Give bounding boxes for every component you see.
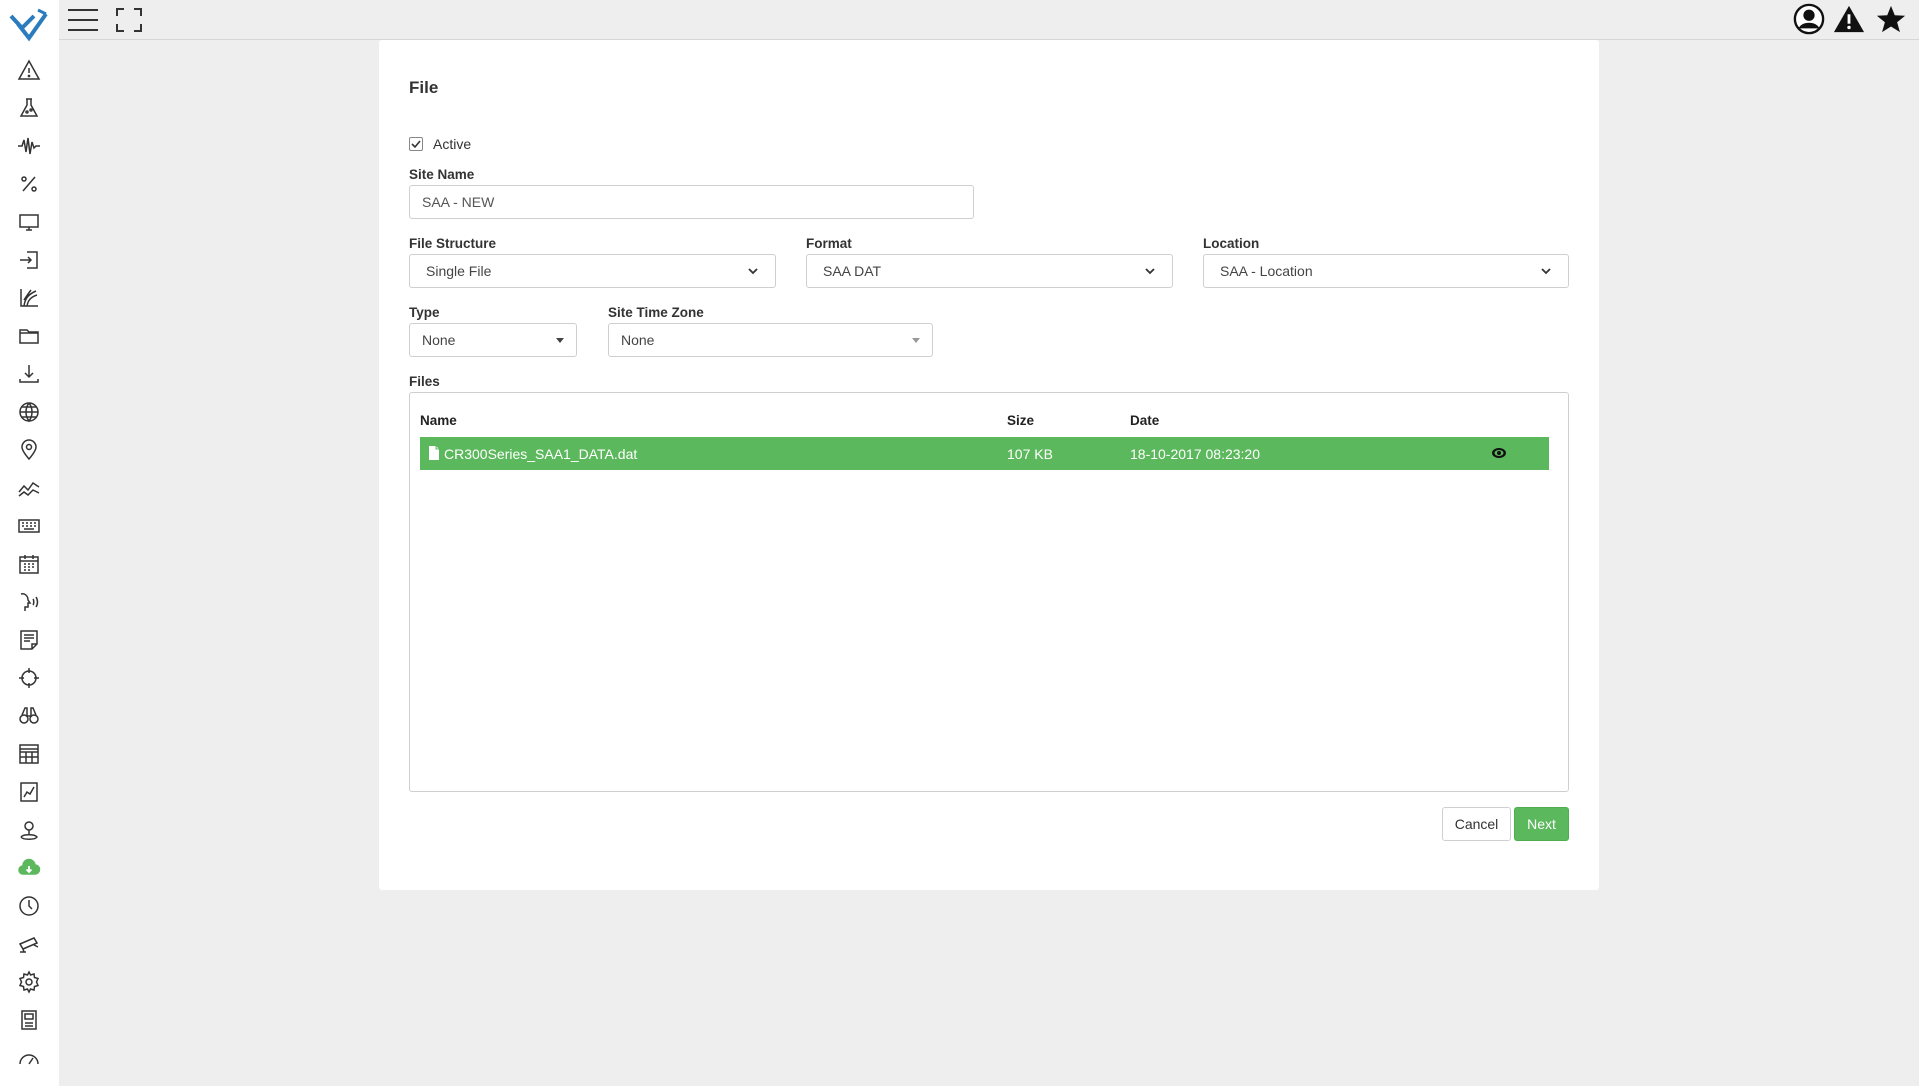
file-structure-label: File Structure: [409, 236, 497, 251]
files-table: Name Size Date CR300Series_SAA1_DATA.dat…: [409, 392, 1569, 792]
site-time-zone-value: None: [621, 332, 655, 348]
file-structure-value: Single File: [426, 263, 492, 279]
gauge-icon[interactable]: [14, 1043, 44, 1073]
format-value: SAA DAT: [823, 263, 882, 279]
location-value: SAA - Location: [1220, 263, 1313, 279]
type-label: Type: [409, 305, 440, 320]
check-icon: [411, 140, 421, 149]
map-pin-icon[interactable]: [14, 435, 44, 465]
fullscreen-icon[interactable]: [113, 6, 145, 34]
hamburger-menu-icon[interactable]: [67, 6, 99, 34]
crosshair-icon[interactable]: [14, 663, 44, 693]
app-logo[interactable]: [8, 6, 50, 44]
download-icon[interactable]: [14, 359, 44, 389]
chevron-down-icon: [748, 268, 758, 275]
trend-icon[interactable]: [14, 473, 44, 503]
column-header-name[interactable]: Name: [420, 413, 457, 428]
folder-icon[interactable]: [14, 321, 44, 351]
location-user-icon[interactable]: [14, 815, 44, 845]
device-icon[interactable]: [14, 1005, 44, 1035]
notes-icon[interactable]: [14, 625, 44, 655]
site-time-zone-label: Site Time Zone: [608, 305, 704, 320]
topbar: [59, 0, 1919, 40]
table-row[interactable]: CR300Series_SAA1_DATA.dat 107 KB 18-10-2…: [420, 437, 1549, 470]
cloud-download-icon[interactable]: [14, 853, 44, 883]
type-value: None: [422, 332, 456, 348]
site-name-label: Site Name: [409, 167, 475, 182]
percent-icon[interactable]: [14, 169, 44, 199]
warning-icon[interactable]: [1833, 3, 1865, 35]
eye-icon[interactable]: [1491, 446, 1507, 460]
chart-file-icon[interactable]: [14, 777, 44, 807]
sensor-face-icon[interactable]: [14, 587, 44, 617]
file-name: CR300Series_SAA1_DATA.dat: [444, 446, 638, 462]
site-name-value: SAA - NEW: [422, 194, 495, 210]
camera-cctv-icon[interactable]: [14, 929, 44, 959]
type-select[interactable]: None: [409, 323, 577, 357]
gear-icon[interactable]: [14, 967, 44, 997]
chevron-down-icon: [1145, 268, 1155, 275]
active-checkbox[interactable]: [409, 137, 423, 151]
flask-icon[interactable]: [14, 93, 44, 123]
clock-icon[interactable]: [14, 891, 44, 921]
cancel-button[interactable]: Cancel: [1442, 807, 1511, 841]
format-select[interactable]: SAA DAT: [806, 254, 1173, 288]
page-title: File: [409, 78, 439, 97]
active-checkbox-row[interactable]: Active: [409, 136, 471, 152]
next-button[interactable]: Next: [1514, 807, 1569, 841]
files-label: Files: [409, 374, 440, 389]
file-date: 18-10-2017 08:23:20: [1130, 446, 1260, 462]
chevron-down-icon: [1541, 268, 1551, 275]
file-structure-select[interactable]: Single File: [409, 254, 776, 288]
plant-icon[interactable]: [14, 283, 44, 313]
keyboard-icon[interactable]: [14, 511, 44, 541]
caret-down-icon: [556, 337, 564, 343]
waveform-icon[interactable]: [14, 131, 44, 161]
site-time-zone-select[interactable]: None: [608, 323, 933, 357]
monitor-icon[interactable]: [14, 207, 44, 237]
file-form-card: File Active Site Name SAA - NEW File Str…: [379, 40, 1599, 890]
user-icon[interactable]: [1793, 2, 1825, 36]
location-label: Location: [1203, 236, 1260, 251]
sign-in-icon[interactable]: [14, 245, 44, 275]
table-layout-icon[interactable]: [14, 739, 44, 769]
file-size: 107 KB: [1007, 446, 1053, 462]
binoculars-icon[interactable]: [14, 701, 44, 731]
star-icon[interactable]: [1875, 3, 1907, 35]
caret-down-icon: [912, 337, 920, 343]
location-select[interactable]: SAA - Location: [1203, 254, 1569, 288]
column-header-date[interactable]: Date: [1130, 413, 1159, 428]
alert-icon[interactable]: [14, 55, 44, 85]
active-label: Active: [433, 136, 472, 152]
format-label: Format: [806, 236, 852, 251]
site-name-input[interactable]: SAA - NEW: [409, 185, 974, 219]
sidebar: [0, 0, 59, 1086]
column-header-size[interactable]: Size: [1007, 413, 1034, 428]
calendar-icon[interactable]: [14, 549, 44, 579]
file-icon: [429, 446, 439, 460]
globe-icon[interactable]: [14, 397, 44, 427]
